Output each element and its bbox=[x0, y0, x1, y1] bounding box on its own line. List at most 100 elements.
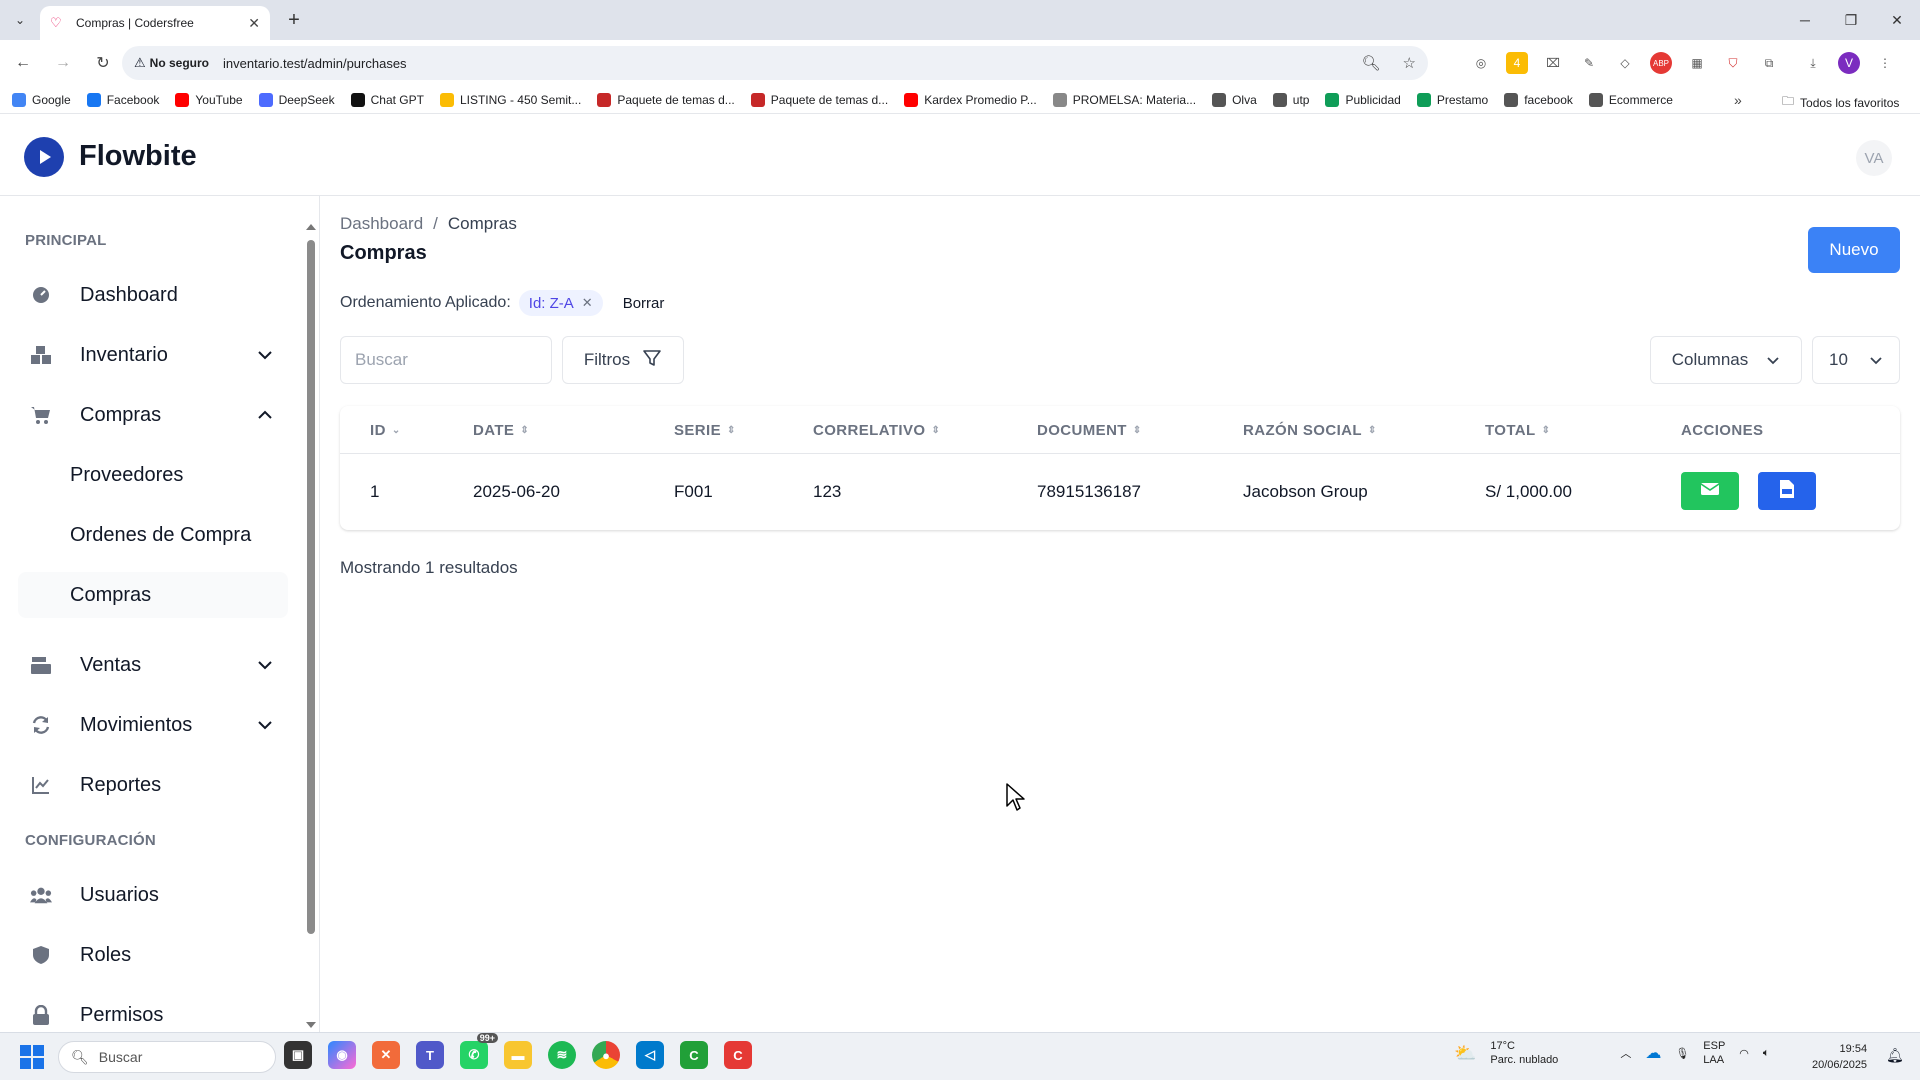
columns-dropdown[interactable]: Columnas bbox=[1650, 336, 1802, 384]
column-header-serie[interactable]: SERIE ⇕ bbox=[674, 422, 736, 439]
bookmark-item[interactable]: Paquete de temas d... bbox=[750, 92, 888, 107]
column-header-id[interactable]: ID ⌄ bbox=[370, 422, 401, 439]
sidebar-subitem-compras[interactable]: Compras bbox=[18, 572, 288, 618]
flowbite-logo-icon[interactable] bbox=[24, 137, 64, 177]
notification-bell-icon[interactable]: 🔔︎ bbox=[1886, 1047, 1904, 1064]
filters-button[interactable]: Filtros bbox=[562, 336, 684, 384]
chrome-icon[interactable]: ● bbox=[592, 1041, 620, 1069]
sidebar-subitem-ordenes[interactable]: Ordenes de Compra bbox=[18, 512, 288, 558]
sidebar-item-reportes[interactable]: Reportes bbox=[18, 762, 288, 808]
sidebar-item-inventario[interactable]: Inventario bbox=[18, 332, 288, 378]
chevron-up-icon[interactable]: ︿ bbox=[1620, 1045, 1631, 1061]
sidebar-item-usuarios[interactable]: Usuarios bbox=[18, 872, 288, 918]
column-header-total[interactable]: TOTAL ⇕ bbox=[1485, 422, 1550, 439]
language-indicator[interactable]: ESP LAA bbox=[1703, 1039, 1725, 1067]
taskbar-search[interactable]: 🔍︎ Buscar bbox=[58, 1041, 276, 1073]
bookmark-item[interactable]: Kardex Promedio P... bbox=[904, 92, 1037, 107]
sort-chip[interactable]: Id: Z-A ✕ bbox=[518, 290, 603, 316]
profile-avatar[interactable]: V bbox=[1838, 52, 1860, 74]
teams-icon[interactable]: T bbox=[416, 1041, 444, 1069]
sidebar-item-roles[interactable]: Roles bbox=[18, 932, 288, 978]
bookmark-item[interactable]: Chat GPT bbox=[350, 92, 424, 107]
per-page-select[interactable]: 10 bbox=[1812, 336, 1900, 384]
tab-list-icon[interactable]: ⌄ bbox=[8, 8, 32, 32]
scroll-down-arrow-icon[interactable] bbox=[306, 1022, 316, 1028]
bookmark-item[interactable]: DeepSeek bbox=[258, 92, 335, 107]
spotify-icon[interactable]: ≋ bbox=[548, 1041, 576, 1069]
breadcrumb-link-dashboard[interactable]: Dashboard bbox=[340, 214, 423, 234]
browser-tab-active[interactable]: ♡ Compras | Codersfree ✕ bbox=[40, 6, 270, 40]
column-header-razon-social[interactable]: RAZÓN SOCIAL ⇕ bbox=[1243, 422, 1377, 439]
column-header-correlativo[interactable]: CORRELATIVO ⇕ bbox=[813, 422, 940, 439]
shield-extension-icon[interactable]: ⛉ bbox=[1722, 52, 1744, 74]
clock[interactable]: 19:54 20/06/2025 bbox=[1812, 1041, 1867, 1073]
extension-icon[interactable]: ◎ bbox=[1470, 52, 1492, 74]
downloads-icon[interactable]: ⤓ bbox=[1802, 52, 1824, 74]
extension-icon[interactable]: ◇ bbox=[1614, 52, 1636, 74]
new-button[interactable]: Nuevo bbox=[1808, 227, 1900, 273]
onedrive-icon[interactable]: ☁ bbox=[1645, 1043, 1661, 1063]
qr-code-icon[interactable]: ▦ bbox=[1686, 52, 1708, 74]
search-input[interactable] bbox=[340, 336, 552, 384]
bookmark-item[interactable]: YouTube bbox=[175, 92, 243, 107]
reload-icon[interactable]: ↻ bbox=[86, 46, 120, 80]
column-header-document[interactable]: DOCUMENT ⇕ bbox=[1037, 422, 1142, 439]
microphone-icon[interactable]: 🎙︎ bbox=[1675, 1047, 1689, 1060]
bookmark-item[interactable]: Google bbox=[12, 92, 71, 107]
back-icon[interactable]: ← bbox=[6, 46, 40, 80]
zoom-icon[interactable]: 🔍︎ bbox=[1362, 54, 1381, 72]
puzzle-extensions-icon[interactable]: ⧉ bbox=[1758, 52, 1780, 74]
volume-icon[interactable]: 🔈︎ bbox=[1763, 1047, 1770, 1060]
bookmark-item[interactable]: LISTING - 450 Semit... bbox=[439, 92, 581, 107]
column-header-date[interactable]: DATE ⇕ bbox=[473, 422, 529, 439]
sidebar-item-dashboard[interactable]: Dashboard bbox=[18, 272, 288, 318]
close-window-icon[interactable]: ✕ bbox=[1874, 0, 1920, 40]
url-text[interactable]: inventario.test/admin/purchases bbox=[223, 56, 407, 71]
weather-widget[interactable]: 17°C Parc. nublado bbox=[1490, 1039, 1558, 1067]
download-pdf-button[interactable] bbox=[1758, 472, 1816, 510]
scroll-up-arrow-icon[interactable] bbox=[306, 224, 316, 230]
brand-name[interactable]: Flowbite bbox=[79, 140, 197, 173]
menu-kebab-icon[interactable]: ⋮ bbox=[1874, 52, 1896, 74]
bookmark-item[interactable]: Paquete de temas d... bbox=[597, 92, 735, 107]
security-label[interactable]: No seguro bbox=[150, 56, 209, 70]
address-bar[interactable]: ⚠ No seguro inventario.test/admin/purcha… bbox=[122, 46, 1428, 80]
tab-close-icon[interactable]: ✕ bbox=[248, 15, 260, 32]
file-explorer-icon[interactable]: ▬ bbox=[504, 1041, 532, 1069]
forward-icon[interactable]: → bbox=[46, 46, 80, 80]
weather-icon[interactable]: ⛅ bbox=[1454, 1043, 1476, 1064]
bookmark-item[interactable]: facebook bbox=[1504, 92, 1573, 107]
bookmark-item[interactable]: Publicidad bbox=[1325, 92, 1401, 107]
sidebar-item-movimientos[interactable]: Movimientos bbox=[18, 702, 288, 748]
new-tab-button[interactable]: + bbox=[282, 8, 306, 32]
all-bookmarks-folder[interactable]: 🗀 Todos los favoritos bbox=[1782, 92, 1899, 113]
user-avatar[interactable]: VA bbox=[1856, 140, 1892, 176]
clear-sort-button[interactable]: Borrar bbox=[623, 295, 665, 312]
camtasia-icon[interactable]: C bbox=[680, 1041, 708, 1069]
whatsapp-icon[interactable]: ✆ 99+ bbox=[460, 1033, 498, 1069]
devtools-extension-icon[interactable]: ⌧ bbox=[1542, 52, 1564, 74]
restore-icon[interactable]: ❐ bbox=[1828, 0, 1874, 40]
wifi-icon[interactable]: ◠ bbox=[1739, 1047, 1749, 1060]
extension-icon[interactable]: 4 bbox=[1506, 52, 1528, 74]
sidebar-scrollbar-thumb[interactable] bbox=[307, 240, 315, 934]
windows-start-icon[interactable] bbox=[20, 1045, 44, 1069]
bookmark-item[interactable]: Facebook bbox=[86, 92, 159, 107]
xampp-icon[interactable]: ✕ bbox=[372, 1041, 400, 1069]
recorder-icon[interactable]: C bbox=[724, 1041, 752, 1069]
bookmark-item[interactable]: Olva bbox=[1212, 92, 1257, 107]
send-email-button[interactable] bbox=[1681, 472, 1739, 510]
task-view-icon[interactable]: ▣ bbox=[284, 1041, 312, 1069]
close-icon[interactable]: ✕ bbox=[582, 295, 593, 311]
bookmark-item[interactable]: utp bbox=[1272, 92, 1309, 107]
bookmark-star-icon[interactable]: ☆ bbox=[1403, 54, 1416, 72]
bookmark-item[interactable]: Ecommerce bbox=[1588, 92, 1673, 107]
adblock-icon[interactable]: ABP bbox=[1650, 52, 1672, 74]
bookmark-item[interactable]: PROMELSA: Materia... bbox=[1052, 92, 1196, 107]
vscode-icon[interactable]: ◁ bbox=[636, 1041, 664, 1069]
sidebar-subitem-proveedores[interactable]: Proveedores bbox=[18, 452, 288, 498]
copilot-icon[interactable]: ◉ bbox=[328, 1041, 356, 1069]
bookmarks-overflow-icon[interactable]: » bbox=[1734, 92, 1742, 108]
sidebar-item-ventas[interactable]: Ventas bbox=[18, 642, 288, 688]
eyedropper-icon[interactable]: ✎ bbox=[1578, 52, 1600, 74]
